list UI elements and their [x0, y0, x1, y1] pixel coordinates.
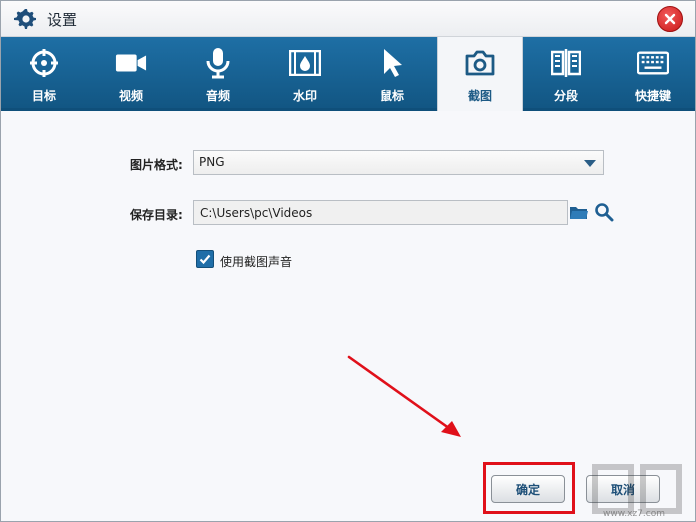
screenshot-settings-panel: 图片格式: PNG 保存目录: 使用截图声音: [1, 114, 695, 521]
tab-screenshot[interactable]: 截图: [437, 37, 523, 111]
tab-label: 目标: [31, 89, 56, 103]
title-bar: 设置: [1, 1, 695, 37]
tab-label: 音频: [205, 89, 230, 103]
video-camera-icon: [115, 47, 147, 79]
screenshot-sound-checkbox[interactable]: [196, 250, 214, 268]
target-icon: [28, 47, 60, 79]
keyboard-icon: [637, 47, 669, 79]
chevron-down-icon: [584, 160, 596, 167]
microphone-icon: [202, 47, 234, 79]
gear-icon: [14, 9, 36, 29]
tab-segment[interactable]: 分段: [523, 37, 609, 111]
tab-label: 水印: [292, 89, 317, 103]
folder-open-icon[interactable]: [569, 202, 589, 222]
tab-mouse[interactable]: 鼠标: [349, 37, 435, 111]
image-format-value: PNG: [199, 155, 225, 169]
save-dir-input[interactable]: [193, 200, 568, 225]
search-icon[interactable]: [594, 202, 614, 222]
watermark-text: www.xz7.com: [603, 509, 665, 519]
window-title: 设置: [47, 11, 78, 29]
mouse-pointer-icon: [376, 47, 408, 79]
close-button[interactable]: [657, 6, 683, 32]
tab-target[interactable]: 目标: [1, 37, 87, 111]
camera-icon: [464, 47, 496, 79]
tab-watermark[interactable]: 水印: [262, 37, 348, 111]
format-label: 图片格式:: [130, 158, 183, 172]
annotation-arrow-icon: [347, 355, 461, 437]
ok-button[interactable]: 确定: [491, 475, 565, 503]
tab-shortcuts[interactable]: 快捷键: [610, 37, 696, 111]
tab-label: 快捷键: [634, 89, 671, 103]
settings-tab-bar: 目标 视频 音频 水印 鼠标 截图 分段 快捷键: [1, 37, 695, 111]
watermark-film-icon: [289, 47, 321, 79]
tab-label: 鼠标: [379, 89, 404, 103]
save-dir-label: 保存目录:: [130, 208, 183, 222]
tab-label: 截图: [467, 89, 492, 103]
tab-label: 视频: [118, 89, 143, 103]
checkmark-icon: [199, 254, 211, 265]
tab-label: 分段: [553, 89, 578, 103]
settings-window: 设置 目标 视频 音频 水印 鼠标 截图 分段 快捷键 图片格式: PNG 保存…: [0, 0, 696, 522]
screenshot-sound-label: 使用截图声音: [220, 255, 293, 269]
tab-video[interactable]: 视频: [88, 37, 174, 111]
tab-audio[interactable]: 音频: [175, 37, 261, 111]
image-format-select[interactable]: PNG: [193, 150, 604, 175]
close-icon: [664, 13, 676, 25]
segment-icon: [550, 47, 582, 79]
